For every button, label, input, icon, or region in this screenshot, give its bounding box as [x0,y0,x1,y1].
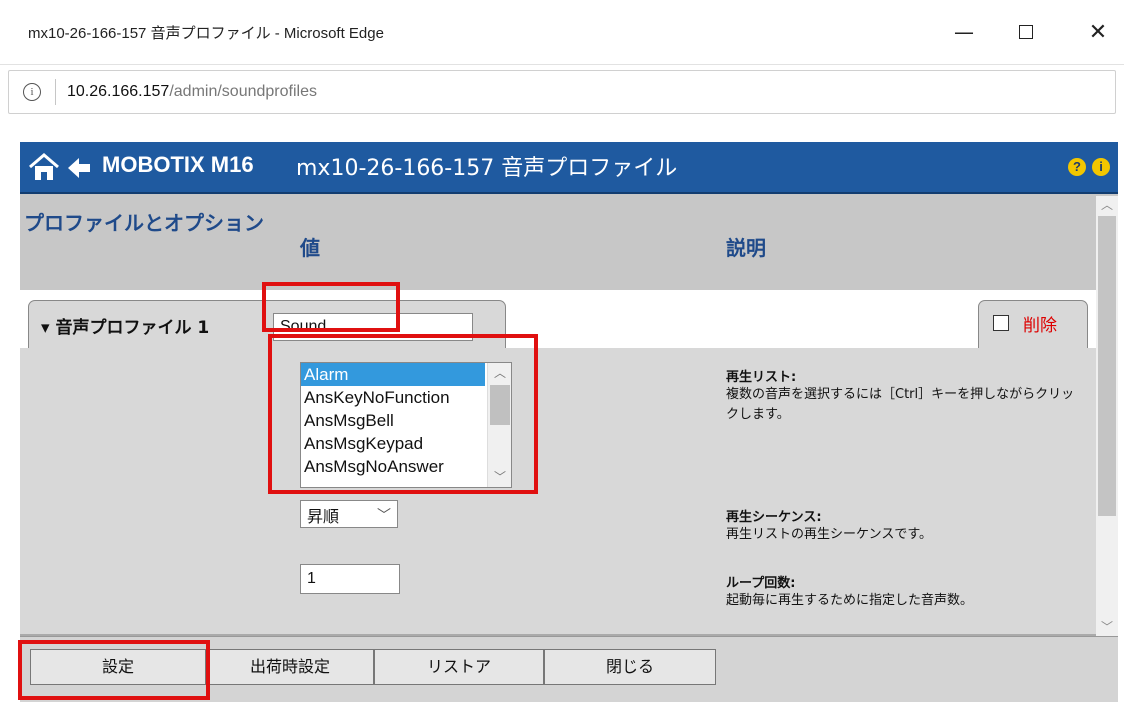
url-path: /admin/soundprofiles [169,83,317,100]
chevron-down-icon: ﹀ [377,508,391,524]
scroll-up-icon[interactable]: ︿ [1096,196,1118,214]
playlist-listbox[interactable]: Alarm AnsKeyNoFunction AnsMsgBell AnsMsg… [300,362,512,488]
loop-desc-text: 起動毎に再生するために指定した音声数。 [726,593,974,608]
loop-desc-title: ループ回数: [726,576,796,591]
close-window-button[interactable]: ✕ [1078,14,1118,50]
settings-pane: プロファイルとオプション 値 説明 ▾ 音声プロファイル 1 削除 Alarm … [20,196,1096,636]
playlist-scroll-thumb[interactable] [490,385,510,425]
page-content: MOBOTIX M16 mx10-26-166-157 音声プロファイル ? i… [0,120,1124,710]
camera-admin-panel: MOBOTIX M16 mx10-26-166-157 音声プロファイル ? i… [20,142,1118,702]
playlist-description: 再生リスト: 複数の音声を選択するには［Ctrl］キーを押しながらクリックします… [726,366,1086,425]
set-button[interactable]: 設定 [30,649,206,685]
action-bar: 設定 出荷時設定 リストア 閉じる [20,636,1118,702]
window-titlebar: mx10-26-166-157 音声プロファイル - Microsoft Edg… [0,0,1124,64]
sequence-desc-text: 再生リストの再生シーケンスです。 [726,527,933,542]
factory-defaults-button[interactable]: 出荷時設定 [206,649,374,685]
url-text[interactable]: 10.26.166.157/admin/soundprofiles [67,83,317,101]
scroll-down-icon[interactable]: ﹀ [1096,618,1118,636]
playlist-desc-text: 複数の音声を選択するには［Ctrl］キーを押しながらクリックします。 [726,387,1075,422]
url-field[interactable]: i 10.26.166.157/admin/soundprofiles [8,70,1116,114]
maximize-icon [1019,25,1033,39]
profile-1-tab: ▾ 音声プロファイル 1 [28,300,506,348]
window-title: mx10-26-166-157 音声プロファイル - Microsoft Edg… [28,25,384,42]
maximize-button[interactable] [1006,14,1046,50]
page-title: mx10-26-166-157 音声プロファイル [296,156,678,181]
address-divider [55,79,56,105]
profile-1-header: ▾ 音声プロファイル 1 削除 [20,290,1096,348]
loop-count-input[interactable] [300,564,400,594]
sequence-select[interactable]: 昇順 ﹀ [300,500,398,528]
address-bar: i 10.26.166.157/admin/soundprofiles [0,64,1124,120]
playlist-option[interactable]: AnsKeyNoFunction [301,386,485,409]
sequence-description: 再生シーケンス: 再生リストの再生シーケンスです。 [726,506,1086,545]
delete-checkbox[interactable] [993,315,1009,331]
help-icon[interactable]: ? [1068,158,1086,176]
home-icon[interactable] [28,152,60,186]
url-host: 10.26.166.157 [67,83,170,100]
sequence-value: 昇順 [307,507,340,526]
column-header-description: 説明 [726,236,766,260]
column-header-profile: プロファイルとオプション [24,211,264,235]
app-header: MOBOTIX M16 mx10-26-166-157 音声プロファイル ? i [20,142,1118,194]
delete-label: 削除 [1023,316,1057,336]
playlist-option[interactable]: AnsMsgNoAnswer [301,455,485,478]
site-info-icon[interactable]: i [23,83,41,101]
loop-description: ループ回数: 起動毎に再生するために指定した音声数。 [726,572,1086,611]
scroll-down-icon[interactable]: ﹀ [488,467,511,487]
page-scroll-thumb[interactable] [1098,216,1116,516]
brand-title: MOBOTIX M16 [102,152,254,177]
profile-name-input[interactable] [273,313,473,341]
profile-1-delete-tab: 削除 [978,300,1088,348]
page-scrollbar[interactable]: ︿ ﹀ [1096,196,1118,636]
close-button[interactable]: 閉じる [544,649,716,685]
playlist-option[interactable]: AnsMsgKeypad [301,432,485,455]
restore-button[interactable]: リストア [374,649,544,685]
playlist-desc-title: 再生リスト: [726,370,797,385]
column-headers: プロファイルとオプション 値 説明 [20,196,1096,290]
column-header-value: 値 [300,236,320,260]
playlist-scrollbar[interactable]: ︿ ﹀ [487,363,511,487]
minimize-button[interactable]: — [944,14,984,50]
profile-1-toggle[interactable]: ▾ 音声プロファイル 1 [41,313,209,338]
profile-1-body: Alarm AnsKeyNoFunction AnsMsgBell AnsMsg… [20,348,1096,634]
sequence-desc-title: 再生シーケンス: [726,510,822,525]
playlist-option[interactable]: Alarm [301,363,485,386]
back-arrow-icon[interactable] [66,156,92,184]
scroll-up-icon[interactable]: ︿ [488,363,511,383]
info-icon[interactable]: i [1092,158,1110,176]
playlist-option[interactable]: AnsMsgBell [301,409,485,432]
